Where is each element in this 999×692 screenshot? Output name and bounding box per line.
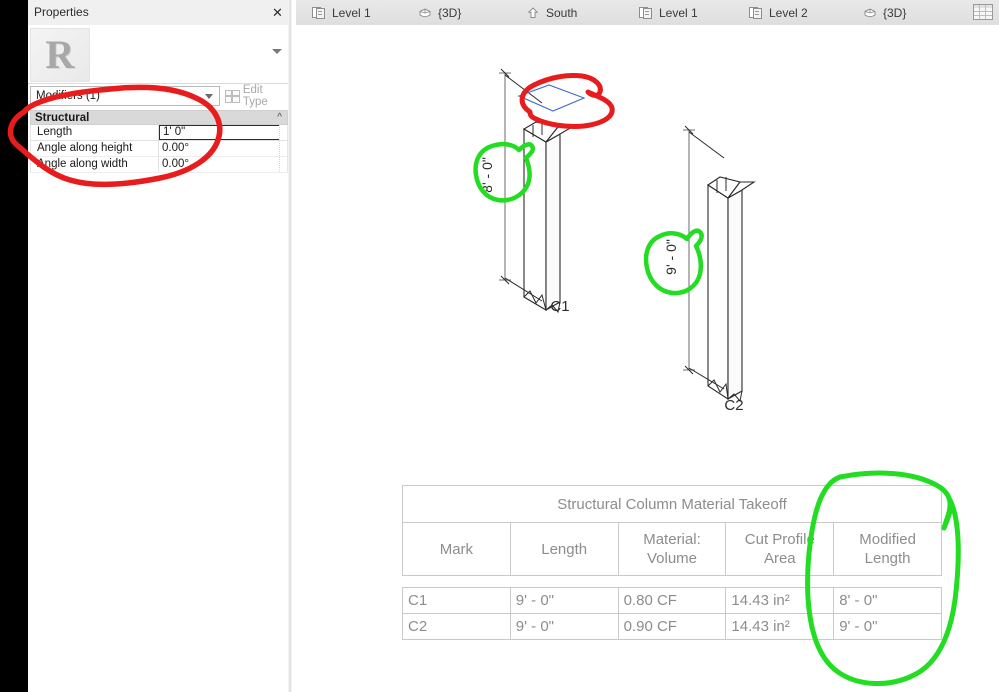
tab-level-2-plan[interactable]: Level 2 — [739, 0, 818, 25]
parameter-row-angle-along-height[interactable]: Angle along height 0.00° — [30, 141, 288, 157]
chevron-down-icon[interactable] — [205, 94, 213, 99]
grid-scroll-strip[interactable] — [279, 125, 287, 140]
parameter-value-input[interactable]: 0.00° — [159, 157, 287, 172]
cell-volume[interactable]: 0.80 CF — [617, 587, 727, 614]
revit-window: Properties ✕ R Modifiers (1) Edit Type S… — [0, 0, 999, 692]
schedule-spacer-row — [403, 576, 942, 588]
cell-area[interactable]: 14.43 in² — [725, 613, 835, 640]
column-header-material-volume[interactable]: Material: Volume — [617, 522, 727, 576]
properties-title-label: Properties — [34, 5, 89, 19]
close-icon[interactable]: ✕ — [269, 4, 286, 21]
schedule-table[interactable]: Structural Column Material Takeoff Mark … — [402, 485, 942, 640]
parameter-name: Angle along width — [31, 157, 159, 172]
tab-label: South — [546, 5, 578, 20]
column-header-mark[interactable]: Mark — [402, 522, 511, 576]
tab-level-1-plan-b[interactable]: Level 1 — [629, 0, 708, 25]
cell-modified-length[interactable]: 8' - 0" — [833, 587, 942, 614]
tab-label: {3D} — [438, 5, 462, 20]
column-c1-mark-label: C1 — [550, 298, 569, 315]
cell-mark[interactable]: C1 — [402, 587, 511, 614]
tab-level-1-plan-a[interactable]: Level 1 — [302, 0, 381, 25]
tab-label: Level 1 — [332, 5, 371, 20]
parameter-grid: Structural ^ Length 1' 0" Angle along he… — [30, 110, 288, 173]
type-selector-combobox[interactable]: Modifiers (1) — [30, 86, 220, 106]
grid-scroll-strip[interactable] — [279, 157, 287, 172]
parameter-row-angle-along-width[interactable]: Angle along width 0.00° — [30, 157, 288, 173]
parameter-row-length[interactable]: Length 1' 0" — [30, 125, 288, 141]
properties-title-bar: Properties ✕ — [28, 0, 290, 26]
column-c1-dimension-text: 8' - 0" — [479, 157, 495, 193]
parameter-group-label: Structural — [35, 112, 90, 124]
cell-modified-length[interactable]: 9' - 0" — [833, 613, 942, 640]
edit-type-icon — [225, 90, 240, 103]
type-selector-value: Modifiers (1) — [36, 90, 100, 102]
tab-label: {3D} — [883, 5, 907, 20]
3d-view-icon — [863, 6, 877, 20]
plan-view-icon — [639, 6, 653, 20]
schedule-grid-icon[interactable] — [973, 4, 993, 21]
schedule-header-row: Mark Length Material: Volume Cut Profile A… — [402, 522, 942, 576]
left-gutter — [0, 0, 28, 692]
tab-label: Level 1 — [659, 5, 698, 20]
tab-3d-view-b[interactable]: {3D} — [853, 0, 916, 25]
type-selector-area: R — [28, 25, 290, 84]
view-tab-bar: Level 1 {3D} South Level 1 Level 2 {3D} — [296, 0, 999, 26]
parameter-value-input[interactable]: 0.00° — [159, 141, 287, 156]
parameter-name: Angle along height — [31, 141, 159, 156]
column-c2-dimension-text: 9' - 0" — [663, 239, 679, 275]
column-header-length[interactable]: Length — [509, 522, 619, 576]
schedule-title: Structural Column Material Takeoff — [402, 485, 942, 523]
edit-type-button[interactable]: Edit Type — [225, 84, 290, 108]
column-header-modified-length[interactable]: Modified Length — [833, 522, 942, 576]
tab-label: Level 2 — [769, 5, 808, 20]
parameter-value-input[interactable]: 1' 0" — [159, 125, 287, 140]
type-combo-row: Modifiers (1) Edit Type — [28, 84, 290, 108]
column-c2-mark-label: C2 — [724, 397, 743, 414]
cell-mark[interactable]: C2 — [402, 613, 511, 640]
3d-view-icon — [418, 6, 432, 20]
parameter-name: Length — [31, 125, 159, 140]
tab-3d-view-a[interactable]: {3D} — [408, 0, 471, 25]
plan-view-icon — [749, 6, 763, 20]
tab-south-elevation[interactable]: South — [516, 0, 587, 25]
column-c2-geometry — [706, 176, 756, 403]
grid-scroll-strip[interactable] — [279, 141, 287, 156]
chevron-up-icon[interactable]: ^ — [277, 112, 282, 123]
cell-length[interactable]: 9' - 0" — [509, 587, 619, 614]
edit-type-label: Edit Type — [242, 84, 268, 108]
schedule-title-row: Structural Column Material Takeoff — [402, 485, 942, 523]
table-row[interactable]: C1 9' - 0" 0.80 CF 14.43 in² 8' - 0" — [402, 587, 942, 614]
column-c1-geometry — [522, 121, 575, 314]
revit-logo-icon: R — [45, 32, 75, 77]
plan-view-icon — [312, 6, 326, 20]
column-header-cut-profile-area[interactable]: Cut Profile Area — [725, 522, 835, 576]
drawing-canvas[interactable]: 8' - 0" C1 9' - 0" C2 Structural Column … — [296, 25, 999, 692]
selection-plane-indicator — [517, 84, 586, 112]
type-thumbnail[interactable]: R — [30, 28, 90, 82]
properties-palette: Properties ✕ R Modifiers (1) Edit Type S… — [28, 0, 290, 692]
cell-volume[interactable]: 0.90 CF — [617, 613, 727, 640]
cell-length[interactable]: 9' - 0" — [509, 613, 619, 640]
table-row[interactable]: C2 9' - 0" 0.90 CF 14.43 in² 9' - 0" — [402, 613, 942, 640]
cell-area[interactable]: 14.43 in² — [725, 587, 835, 614]
chevron-down-icon[interactable] — [272, 49, 282, 54]
elevation-view-icon — [526, 6, 540, 20]
parameter-group-header-structural[interactable]: Structural ^ — [30, 110, 288, 125]
